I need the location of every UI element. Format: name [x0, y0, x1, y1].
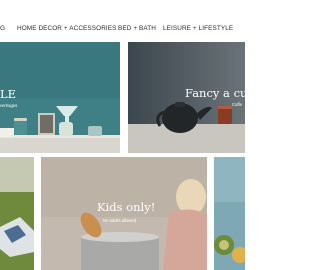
tile-subtitle: Coffe — [232, 102, 242, 107]
nav-item-leisure-lifestyle[interactable]: LEISURE + LIFESTYLE — [163, 25, 233, 33]
tile-subtitle: verhages — [0, 103, 18, 108]
outdoor-image — [0, 157, 34, 270]
top-navigation: G HOME DECOR + ACCESSORIES BED + BATH LE… — [0, 0, 245, 42]
tile-title: Kids only! — [97, 200, 156, 214]
category-tile-kids-only[interactable]: Kids only! No adults allowed — [41, 157, 207, 270]
fruit-image — [214, 157, 245, 270]
kitchen-image — [0, 42, 120, 153]
category-tile-fruit[interactable] — [214, 157, 245, 270]
category-tile-kitchen[interactable]: LE verhages — [0, 42, 120, 153]
nav-item-bed-bath[interactable]: BED + BATH — [118, 25, 156, 33]
tile-title: Fancy a cup — [185, 86, 245, 100]
category-tile-outdoor[interactable] — [0, 157, 34, 270]
nav-item-truncated[interactable]: G — [0, 25, 5, 33]
tile-subtitle: No adults allowed — [103, 218, 137, 223]
nav-item-home-decor-accessories[interactable]: HOME DECOR + ACCESSORIES — [17, 25, 117, 33]
tile-title: LE — [0, 87, 17, 101]
category-tile-fancy-a-cup[interactable]: Fancy a cup Coffe — [128, 42, 245, 153]
